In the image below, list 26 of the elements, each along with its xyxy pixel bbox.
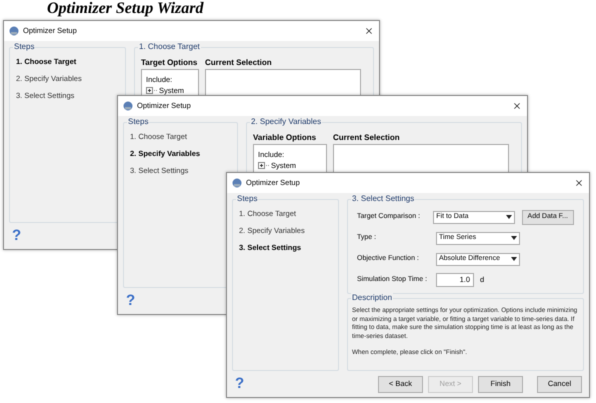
section-title: 2. Specify Variables bbox=[250, 117, 322, 127]
page-heading: Optimizer Setup Wizard bbox=[47, 0, 204, 18]
steps-title: Steps bbox=[127, 117, 150, 127]
help-icon[interactable]: ? bbox=[12, 224, 22, 248]
description-title: Description bbox=[351, 293, 394, 303]
app-icon bbox=[232, 178, 242, 188]
expand-icon[interactable] bbox=[258, 162, 265, 169]
steps-title: Steps bbox=[236, 194, 258, 204]
column-heading: Current Selection bbox=[333, 132, 401, 144]
help-icon[interactable]: ? bbox=[126, 290, 136, 312]
column-heading: Target Options bbox=[141, 57, 198, 69]
section-title: 1. Choose Target bbox=[138, 42, 201, 52]
help-icon[interactable]: ? bbox=[235, 372, 244, 396]
section-title: 3. Select Settings bbox=[351, 194, 416, 204]
close-icon[interactable] bbox=[574, 178, 584, 188]
close-icon[interactable] bbox=[364, 26, 374, 36]
dropdown-arrow-icon bbox=[511, 236, 517, 240]
expand-icon[interactable] bbox=[146, 87, 153, 94]
app-icon bbox=[123, 101, 133, 111]
dropdown-arrow-icon bbox=[511, 257, 517, 261]
dropdown-arrow-icon bbox=[506, 215, 512, 219]
steps-title: Steps bbox=[13, 42, 36, 52]
column-heading: Variable Options bbox=[253, 132, 318, 144]
close-icon[interactable] bbox=[512, 101, 522, 111]
app-icon bbox=[9, 26, 19, 36]
column-heading: Current Selection bbox=[205, 57, 273, 69]
